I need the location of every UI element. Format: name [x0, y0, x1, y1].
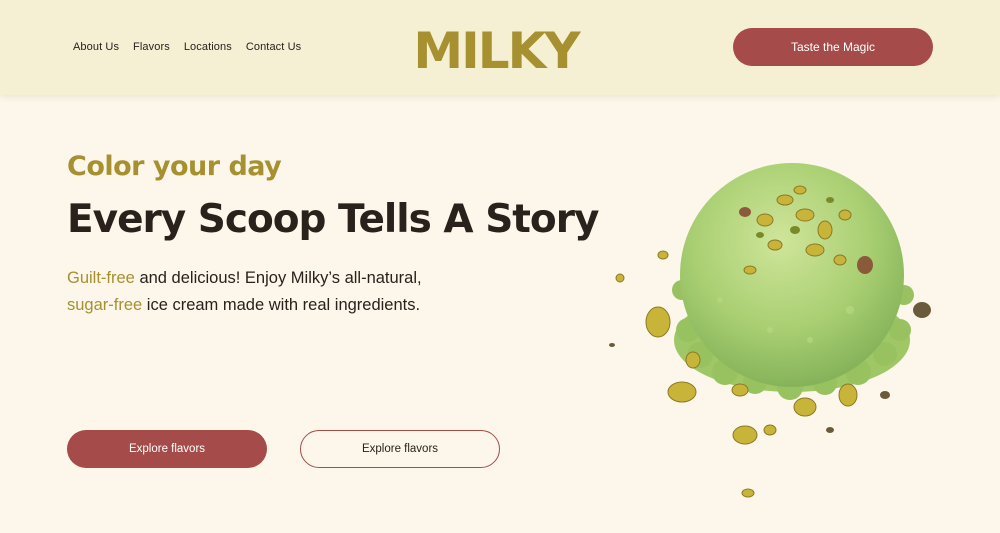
nav-link-flavors[interactable]: Flavors [133, 41, 170, 53]
highlight-guilt-free: Guilt-free [67, 269, 135, 287]
taste-the-magic-button[interactable]: Taste the Magic [733, 28, 933, 66]
hero-headline: Every Scoop Tells A Story [67, 197, 599, 242]
main-nav: About Us Flavors Locations Contact Us [73, 41, 301, 53]
pistachio-ice-cream-image [609, 163, 931, 498]
hero-eyebrow: Color your day [67, 151, 282, 182]
milky-logo[interactable]: MILKY [408, 20, 584, 76]
logo-text: MILKY [413, 22, 581, 76]
highlight-sugar-free: sugar-free [67, 296, 143, 314]
nav-link-contact-us[interactable]: Contact Us [246, 41, 301, 53]
nav-link-about-us[interactable]: About Us [73, 41, 119, 53]
description-text-2: ice cream made with real ingredients. [142, 296, 421, 314]
description-text-1: and delicious! Enjoy Milky’s all-natural… [134, 269, 422, 287]
site-header: About Us Flavors Locations Contact Us MI… [0, 0, 1000, 95]
nav-link-locations[interactable]: Locations [184, 41, 232, 53]
explore-flavors-primary-button[interactable]: Explore flavors [67, 430, 267, 468]
hero-description: Guilt-free and delicious! Enjoy Milky’s … [67, 265, 487, 319]
explore-flavors-secondary-button[interactable]: Explore flavors [300, 430, 500, 468]
